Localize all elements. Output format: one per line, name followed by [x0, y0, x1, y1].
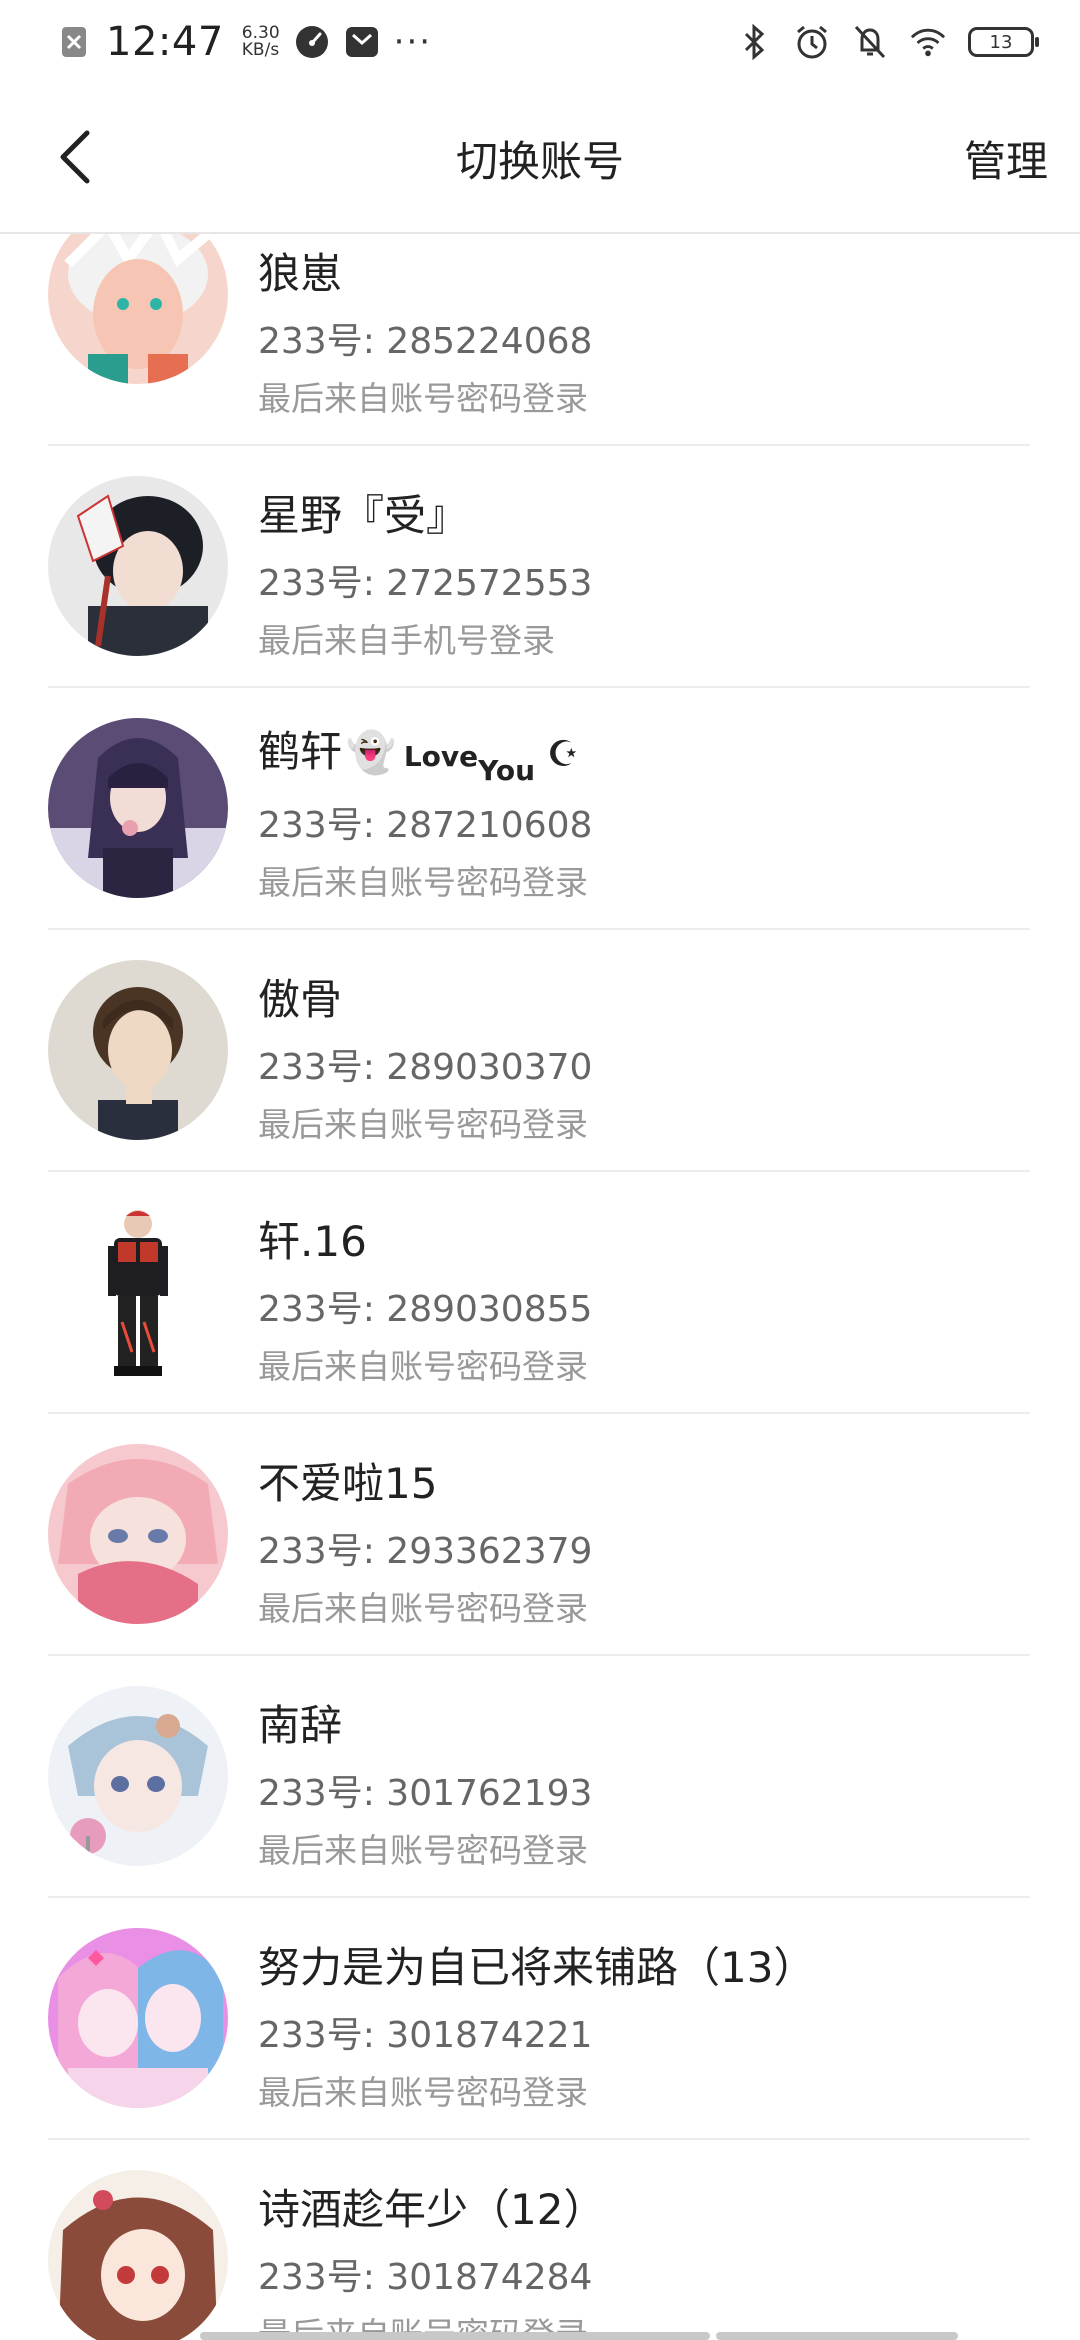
account-item[interactable]: 星野『受』 233号: 272572553 最后来自手机号登录 — [0, 446, 1080, 688]
network-speed-unit: KB/s — [241, 40, 280, 60]
avatar — [48, 476, 228, 656]
love-text: Love — [403, 740, 479, 773]
you-text: You — [478, 754, 536, 787]
account-name: 轩.16 — [258, 1217, 367, 1266]
account-name: 傲骨 — [258, 975, 343, 1024]
status-bar: 12:47 6.30 KB/s ··· 13 — [0, 0, 1080, 84]
login-method: 最后来自账号密码登录 — [258, 863, 588, 902]
account-item[interactable]: 不爱啦15 233号: 293362379 最后来自账号密码登录 — [0, 1414, 1080, 1656]
avatar — [48, 1444, 228, 1624]
manage-button[interactable]: 管理 — [964, 128, 1048, 189]
login-method: 最后来自账号密码登录 — [258, 1347, 588, 1386]
top-navigation-bar: 切换账号 管理 — [0, 84, 1080, 234]
account-uid: 233号: 289030855 — [258, 1289, 593, 1330]
account-name: 诗酒趁年少（12） — [258, 2185, 606, 2234]
mute-bell-icon — [852, 24, 888, 60]
moon-star-icon: ☪ — [547, 734, 580, 775]
login-method: 最后来自账号密码登录 — [258, 379, 588, 418]
account-list: 狼崽 233号: 285224068 最后来自账号密码登录 星野『受』 233号… — [0, 234, 1080, 2340]
account-item[interactable]: 轩.16 233号: 289030855 最后来自账号密码登录 — [0, 1172, 1080, 1414]
account-item[interactable]: 努力是为自已将来铺路（13） 233号: 301874221 最后来自账号密码登… — [0, 1898, 1080, 2140]
account-uid: 233号: 301762193 — [258, 1773, 593, 1814]
status-time: 12:47 — [106, 19, 224, 65]
alarm-icon — [794, 24, 830, 60]
avatar — [48, 1202, 228, 1382]
scroll-indicator-left — [200, 2332, 710, 2340]
login-method: 最后来自账号密码登录 — [258, 1105, 588, 1144]
ghost-emoji-icon: 👻 — [346, 730, 396, 776]
login-method: 最后来自账号密码登录 — [258, 2073, 588, 2112]
status-right: 13 — [736, 24, 1039, 60]
battery-indicator: 13 — [968, 27, 1039, 57]
account-uid: 233号: 301874284 — [258, 2257, 593, 2298]
app-notification-icon — [344, 24, 380, 60]
account-name: 狼崽 — [258, 249, 343, 298]
avatar — [48, 960, 228, 1140]
notification-close-icon — [56, 24, 92, 60]
avatar — [48, 2170, 228, 2340]
account-name: 南辞 — [258, 1701, 343, 1750]
login-method: 最后来自账号密码登录 — [258, 1589, 588, 1628]
account-name: 鹤轩 👻 LoveYou ☪ — [258, 718, 580, 787]
bluetooth-icon — [736, 24, 772, 60]
account-uid: 233号: 272572553 — [258, 563, 593, 604]
wifi-icon — [910, 24, 946, 60]
account-name: 星野『受』 — [258, 491, 469, 540]
account-name: 努力是为自已将来铺路（13） — [258, 1943, 816, 1992]
account-item[interactable]: 鹤轩 👻 LoveYou ☪ 233号: 287210608 最后来自账号密码登录 — [0, 688, 1080, 930]
scroll-indicator-right — [716, 2332, 958, 2340]
avatar — [48, 718, 228, 898]
login-method: 最后来自账号密码登录 — [258, 1831, 588, 1870]
account-name-text: 鹤轩 — [258, 727, 343, 776]
love-you-decoration: LoveYou — [403, 740, 535, 787]
account-item[interactable]: 狼崽 233号: 285224068 最后来自账号密码登录 — [0, 234, 1080, 446]
avatar — [48, 1686, 228, 1866]
speedometer-icon — [294, 24, 330, 60]
account-uid: 233号: 285224068 — [258, 321, 593, 362]
more-notifications-icon: ··· — [393, 22, 433, 62]
status-left: 12:47 6.30 KB/s ··· — [56, 19, 432, 65]
account-uid: 233号: 287210608 — [258, 805, 593, 846]
network-speed: 6.30 KB/s — [242, 25, 280, 59]
account-uid: 233号: 289030370 — [258, 1047, 593, 1088]
account-item[interactable]: 傲骨 233号: 289030370 最后来自账号密码登录 — [0, 930, 1080, 1172]
page-title: 切换账号 — [455, 137, 624, 186]
account-name: 不爱啦15 — [258, 1459, 438, 1508]
account-uid: 233号: 293362379 — [258, 1531, 593, 1572]
account-item[interactable]: 诗酒趁年少（12） 233号: 301874284 最后来自账号密码登录 — [0, 2140, 1080, 2340]
avatar — [48, 1928, 228, 2108]
avatar — [48, 234, 228, 384]
login-method: 最后来自手机号登录 — [258, 621, 555, 660]
account-uid: 233号: 301874221 — [258, 2015, 593, 2056]
account-item[interactable]: 南辞 233号: 301762193 最后来自账号密码登录 — [0, 1656, 1080, 1898]
